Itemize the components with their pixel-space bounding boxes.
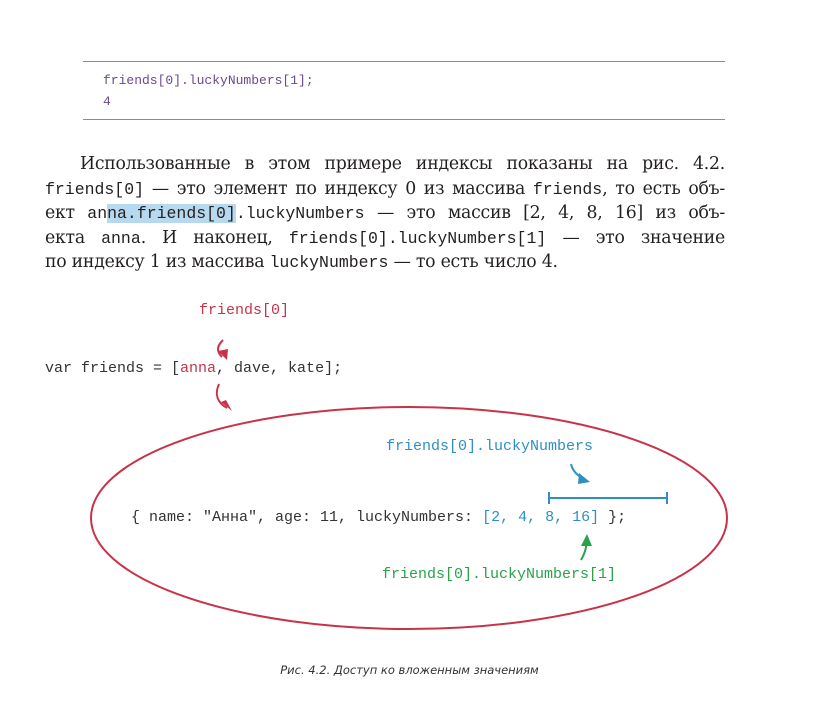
object-prefix: { name: "Анна", age: 11, luckyNumbers: (131, 509, 483, 526)
object-literal: { name: "Анна", age: 11, luckyNumbers: [… (131, 509, 626, 526)
object-suffix: }; (599, 509, 627, 526)
label-lucky-numbers: friends[0].luckyNumbers (386, 438, 594, 455)
var-prefix: var friends = [ (45, 360, 181, 377)
label-lucky-numbers-1: friends[0].luckyNumbers[1] (382, 566, 617, 583)
var-rest: , dave, kate]; (216, 360, 343, 377)
figure-caption: Рис. 4.2. Доступ ко вложенным значениям (280, 663, 539, 677)
figure-graphics (90, 339, 728, 630)
arrowhead-lucky1 (581, 534, 592, 546)
arrowhead-lucky (578, 473, 590, 484)
label-friends0: friends[0] (199, 302, 290, 319)
var-anna: anna (180, 360, 217, 377)
object-array: [2, 4, 8, 16] (482, 509, 600, 526)
var-declaration: var friends = [anna, dave, kate]; (45, 360, 342, 377)
